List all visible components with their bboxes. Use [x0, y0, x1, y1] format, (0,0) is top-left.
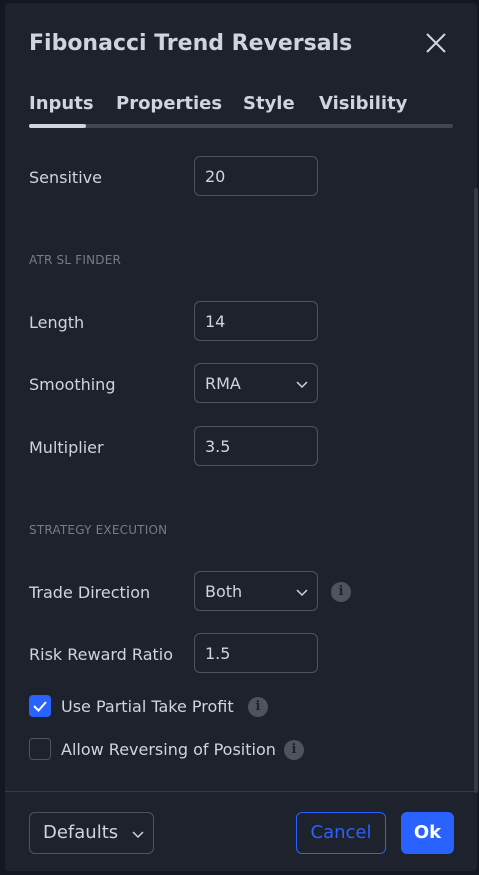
partial-take-profit-label[interactable]: Use Partial Take Profit [61, 697, 234, 716]
risk-reward-label: Risk Reward Ratio [29, 645, 173, 664]
risk-reward-field[interactable] [194, 633, 318, 673]
atr-section-header: ATR SL FINDER [29, 253, 122, 267]
multiplier-field[interactable] [194, 426, 318, 466]
length-input[interactable] [195, 302, 317, 340]
partial-take-profit-checkbox[interactable] [29, 695, 51, 717]
multiplier-label: Multiplier [29, 438, 104, 457]
check-icon [33, 701, 47, 712]
sensitive-input[interactable] [195, 157, 317, 195]
length-label: Length [29, 313, 85, 332]
chevron-down-icon [132, 831, 144, 839]
length-field[interactable] [194, 301, 318, 341]
chevron-down-icon [296, 381, 308, 389]
tab-inputs[interactable]: Inputs [29, 93, 94, 114]
chevron-down-icon [296, 589, 308, 597]
risk-reward-input[interactable] [195, 634, 317, 672]
trade-direction-value: Both [205, 582, 243, 601]
active-tab-indicator [29, 124, 86, 128]
sensitive-label: Sensitive [29, 168, 102, 187]
defaults-button[interactable]: Defaults [29, 812, 154, 854]
strategy-section-header: STRATEGY EXECUTION [29, 523, 168, 537]
tab-style[interactable]: Style [243, 93, 295, 114]
smoothing-select[interactable]: RMA [194, 363, 318, 403]
cancel-button[interactable]: Cancel [296, 812, 386, 854]
dialog-title: Fibonacci Trend Reversals [29, 31, 353, 56]
tab-visibility[interactable]: Visibility [319, 93, 407, 114]
trade-direction-select[interactable]: Both [194, 571, 318, 611]
close-icon[interactable] [424, 31, 448, 55]
defaults-label: Defaults [43, 822, 119, 843]
smoothing-value: RMA [205, 374, 241, 393]
ok-button[interactable]: Ok [401, 812, 454, 854]
allow-reversing-label[interactable]: Allow Reversing of Position [61, 740, 276, 759]
indicator-settings-dialog: Fibonacci Trend Reversals Inputs Propert… [5, 3, 478, 871]
info-icon[interactable]: i [331, 582, 351, 602]
sensitive-field[interactable] [194, 156, 318, 196]
trade-direction-label: Trade Direction [29, 583, 151, 602]
multiplier-input[interactable] [195, 427, 317, 465]
scrollbar[interactable] [474, 188, 478, 793]
tab-bar: Inputs Properties Style Visibility [29, 93, 453, 129]
tab-properties[interactable]: Properties [116, 93, 222, 114]
footer-divider [5, 791, 477, 792]
allow-reversing-checkbox[interactable] [29, 738, 51, 760]
info-icon[interactable]: i [248, 697, 268, 717]
tab-track [29, 124, 453, 128]
smoothing-label: Smoothing [29, 375, 116, 394]
info-icon[interactable]: i [284, 740, 304, 760]
